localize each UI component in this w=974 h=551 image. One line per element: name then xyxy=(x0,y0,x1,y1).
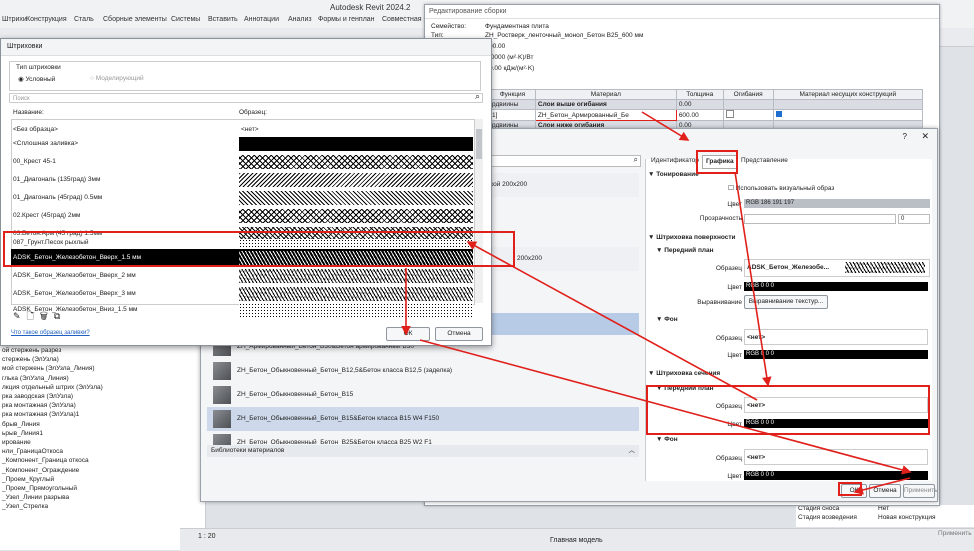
annotation-arrows xyxy=(401,111,912,495)
arrow xyxy=(466,241,758,401)
arrow xyxy=(734,171,772,387)
annotation-highlight xyxy=(838,482,862,496)
arrow xyxy=(853,477,911,495)
arrow xyxy=(641,111,690,141)
arrow xyxy=(419,339,912,475)
